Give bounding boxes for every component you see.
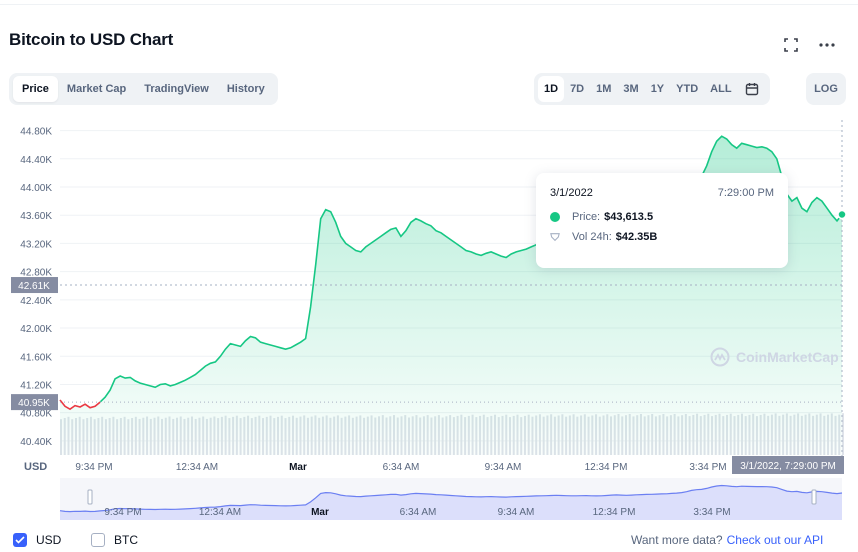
y-tick-label: 44.40K bbox=[20, 155, 52, 166]
open-price-label: 40.95K bbox=[18, 398, 50, 409]
tab-market-cap[interactable]: Market Cap bbox=[58, 76, 135, 102]
watermark-text: CoinMarketCap bbox=[736, 349, 839, 365]
tooltip-time: 7:29:00 PM bbox=[717, 187, 774, 199]
tooltip-price-label: Price: bbox=[572, 211, 601, 223]
top-divider bbox=[0, 4, 858, 5]
api-promo: Want more data? Check out our API bbox=[631, 533, 823, 547]
btc-toggle[interactable]: BTC bbox=[91, 533, 138, 547]
tooltip-vol-value: $42.35B bbox=[615, 231, 658, 243]
range-7d[interactable]: 7D bbox=[564, 76, 590, 102]
last-price-dot bbox=[837, 209, 847, 220]
btc-label: BTC bbox=[114, 533, 138, 547]
y-tick-label: 44.00K bbox=[20, 183, 52, 194]
page-title: Bitcoin to USD Chart bbox=[9, 30, 174, 49]
x-tick-label: 3:34 PM bbox=[689, 462, 726, 473]
more-horizontal-icon[interactable] bbox=[816, 34, 838, 56]
x-tick-label: 9:34 AM bbox=[485, 462, 522, 473]
range-3m[interactable]: 3M bbox=[617, 76, 644, 102]
tooltip-date: 3/1/2022 bbox=[550, 187, 593, 199]
cmc-logo-icon bbox=[710, 347, 730, 367]
y-tick-label: 42.80K bbox=[20, 268, 52, 279]
chart-tooltip: 3/1/2022 7:29:00 PM Price: $43,613.5 Vol… bbox=[536, 173, 788, 268]
crosshair-x-label: 3/1/2022, 7:29:00 PM bbox=[740, 461, 836, 472]
range-1m[interactable]: 1M bbox=[590, 76, 617, 102]
navigator-tick-label: 9:34 AM bbox=[498, 507, 535, 518]
navigator-tick-label: 6:34 AM bbox=[400, 507, 437, 518]
btc-checkbox[interactable] bbox=[91, 533, 105, 547]
y-tick-label: 43.60K bbox=[20, 211, 52, 222]
navigator-tick-label: 12:34 PM bbox=[593, 507, 636, 518]
x-tick-label: Mar bbox=[289, 462, 307, 473]
volume-shield-icon bbox=[550, 232, 560, 242]
tab-history[interactable]: History bbox=[218, 76, 274, 102]
y-tick-label: 41.60K bbox=[20, 352, 52, 363]
y-tick-label: 43.20K bbox=[20, 239, 52, 250]
tab-tradingview[interactable]: TradingView bbox=[135, 76, 218, 102]
coinmarketcap-watermark: CoinMarketCap bbox=[710, 347, 839, 367]
x-tick-label: 6:34 AM bbox=[383, 462, 420, 473]
range-1d[interactable]: 1D bbox=[538, 76, 565, 102]
navigator-tick-label: 9:34 PM bbox=[104, 507, 141, 518]
usd-toggle[interactable]: USD bbox=[13, 533, 61, 547]
time-range-selector: 1D 7D 1M 3M 1Y YTD ALL bbox=[534, 73, 770, 105]
x-tick-label: 12:34 PM bbox=[585, 462, 628, 473]
crosshair-y-label: 42.61K bbox=[18, 281, 50, 292]
navigator-right-handle[interactable] bbox=[811, 489, 817, 505]
volume-bar bbox=[842, 413, 844, 455]
navigator-tick-label: 12:34 AM bbox=[199, 507, 241, 518]
tooltip-vol-label: Vol 24h: bbox=[572, 231, 612, 243]
usd-checkbox[interactable] bbox=[13, 533, 27, 547]
chart-type-tabs: Price Market Cap TradingView History bbox=[9, 73, 278, 105]
range-ytd[interactable]: YTD bbox=[670, 76, 704, 102]
y-axis-unit: USD bbox=[24, 461, 47, 473]
y-tick-label: 41.20K bbox=[20, 380, 52, 391]
api-link[interactable]: Check out our API bbox=[727, 533, 824, 547]
x-tick-label: 12:34 AM bbox=[176, 462, 218, 473]
y-tick-label: 42.00K bbox=[20, 324, 52, 335]
range-1y[interactable]: 1Y bbox=[645, 76, 670, 102]
range-all[interactable]: ALL bbox=[704, 76, 737, 102]
y-tick-label: 42.40K bbox=[20, 296, 52, 307]
log-scale-button[interactable]: LOG bbox=[806, 73, 846, 105]
navigator-tick-label: Mar bbox=[311, 507, 329, 518]
usd-label: USD bbox=[36, 533, 62, 547]
navigator-left-handle[interactable] bbox=[87, 489, 93, 505]
navigator-tick-label: 3:34 PM bbox=[693, 507, 730, 518]
tab-price[interactable]: Price bbox=[13, 76, 58, 102]
y-tick-label: 40.80K bbox=[20, 409, 52, 420]
calendar-icon[interactable] bbox=[738, 76, 766, 102]
api-text: Want more data? bbox=[631, 533, 723, 547]
y-tick-label: 40.40K bbox=[20, 437, 52, 448]
fullscreen-icon[interactable] bbox=[780, 34, 802, 56]
x-tick-label: 9:34 PM bbox=[75, 462, 112, 473]
tooltip-price-value: $43,613.5 bbox=[604, 211, 654, 223]
price-dot-icon bbox=[550, 212, 560, 222]
y-tick-label: 44.80K bbox=[20, 127, 52, 138]
